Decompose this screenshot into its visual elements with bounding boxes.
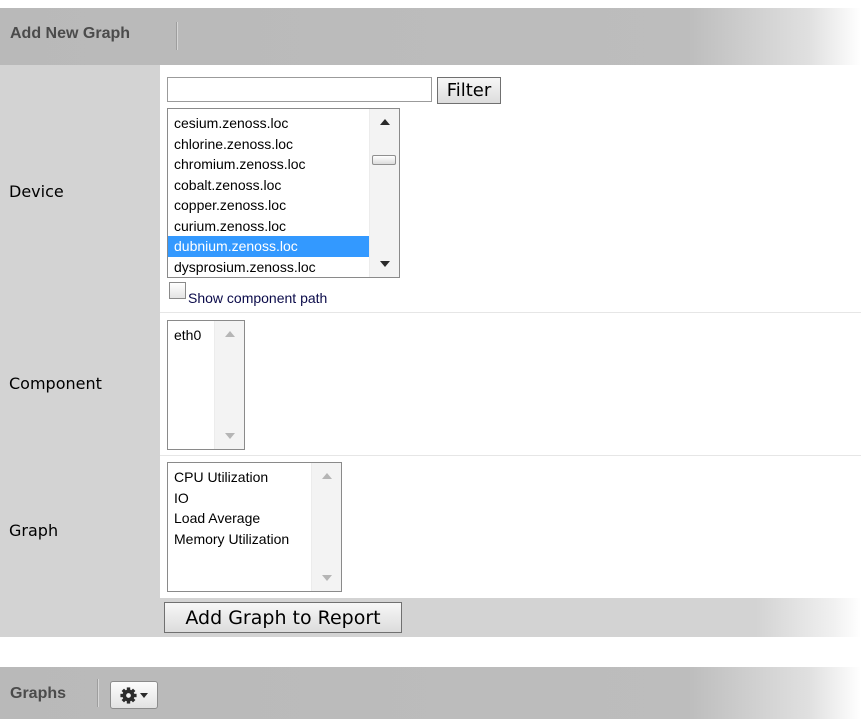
component-list-items: eth0 [168, 325, 214, 449]
component-cell [160, 313, 861, 455]
filter-button[interactable]: Filter [437, 77, 501, 104]
arrow-up-icon [224, 331, 235, 337]
list-item[interactable]: chlorine.zenoss.loc [168, 134, 369, 155]
scroll-down-arrow[interactable] [370, 255, 399, 273]
add-new-graph-header: Add New Graph [0, 8, 861, 65]
show-component-path-checkbox[interactable] [169, 282, 186, 299]
gear-icon [120, 686, 137, 704]
graph-list-items: CPU Utilization IO Load Average Memory Util… [168, 467, 311, 591]
scroll-thumb[interactable] [372, 155, 396, 165]
component-listbox[interactable]: eth0 [167, 320, 245, 450]
device-listbox[interactable]: cesium.zenoss.loc chlorine.zenoss.loc chro… [167, 108, 400, 278]
panel-title: Add New Graph [10, 25, 131, 42]
scroll-up-arrow[interactable] [215, 325, 244, 343]
list-item[interactable]: IO [168, 488, 311, 509]
list-item[interactable]: chromium.zenoss.loc [168, 154, 369, 175]
graph-list-scrollbar[interactable] [311, 463, 341, 591]
scroll-down-arrow[interactable] [312, 569, 341, 587]
add-graph-to-report-button[interactable]: Add Graph to Report [164, 602, 402, 633]
list-item[interactable]: curium.zenoss.loc [168, 216, 369, 237]
component-list-scrollbar[interactable] [214, 321, 244, 449]
header-separator [97, 679, 99, 707]
graph-label: Graph [9, 521, 59, 540]
list-item[interactable]: cobalt.zenoss.loc [168, 175, 369, 196]
list-item[interactable]: Memory Utilization [168, 529, 311, 550]
list-item[interactable]: CPU Utilization [168, 467, 311, 488]
graphs-panel-title: Graphs [10, 685, 67, 702]
filter-button-label: Filter [446, 80, 492, 101]
arrow-up-icon [379, 119, 390, 125]
list-item[interactable]: copper.zenoss.loc [168, 195, 369, 216]
device-label: Device [9, 182, 64, 201]
list-item[interactable]: Load Average [168, 508, 311, 529]
list-item[interactable]: dubnium.zenoss.loc [168, 236, 369, 257]
caret-down-icon [140, 692, 148, 698]
arrow-down-icon [379, 261, 390, 267]
header-separator [176, 22, 178, 50]
device-filter-input[interactable] [167, 77, 432, 102]
list-item[interactable]: eth0 [168, 325, 214, 346]
device-list-scrollbar[interactable] [369, 109, 399, 277]
scroll-up-arrow[interactable] [370, 113, 399, 131]
arrow-down-icon [224, 433, 235, 439]
graphs-action-menu-button[interactable] [110, 681, 158, 709]
graph-listbox[interactable]: CPU Utilization IO Load Average Memory Util… [167, 462, 342, 592]
arrow-up-icon [321, 473, 332, 479]
add-graph-button-label: Add Graph to Report [185, 606, 381, 629]
device-list-items: cesium.zenoss.loc chlorine.zenoss.loc chro… [168, 113, 369, 277]
scroll-up-arrow[interactable] [312, 467, 341, 485]
list-item[interactable]: dysprosium.zenoss.loc [168, 257, 369, 278]
list-item[interactable]: cesium.zenoss.loc [168, 113, 369, 134]
component-label: Component [9, 374, 102, 393]
scroll-down-arrow[interactable] [215, 427, 244, 445]
arrow-down-icon [321, 575, 332, 581]
show-component-path-label: Show component path [188, 290, 328, 306]
